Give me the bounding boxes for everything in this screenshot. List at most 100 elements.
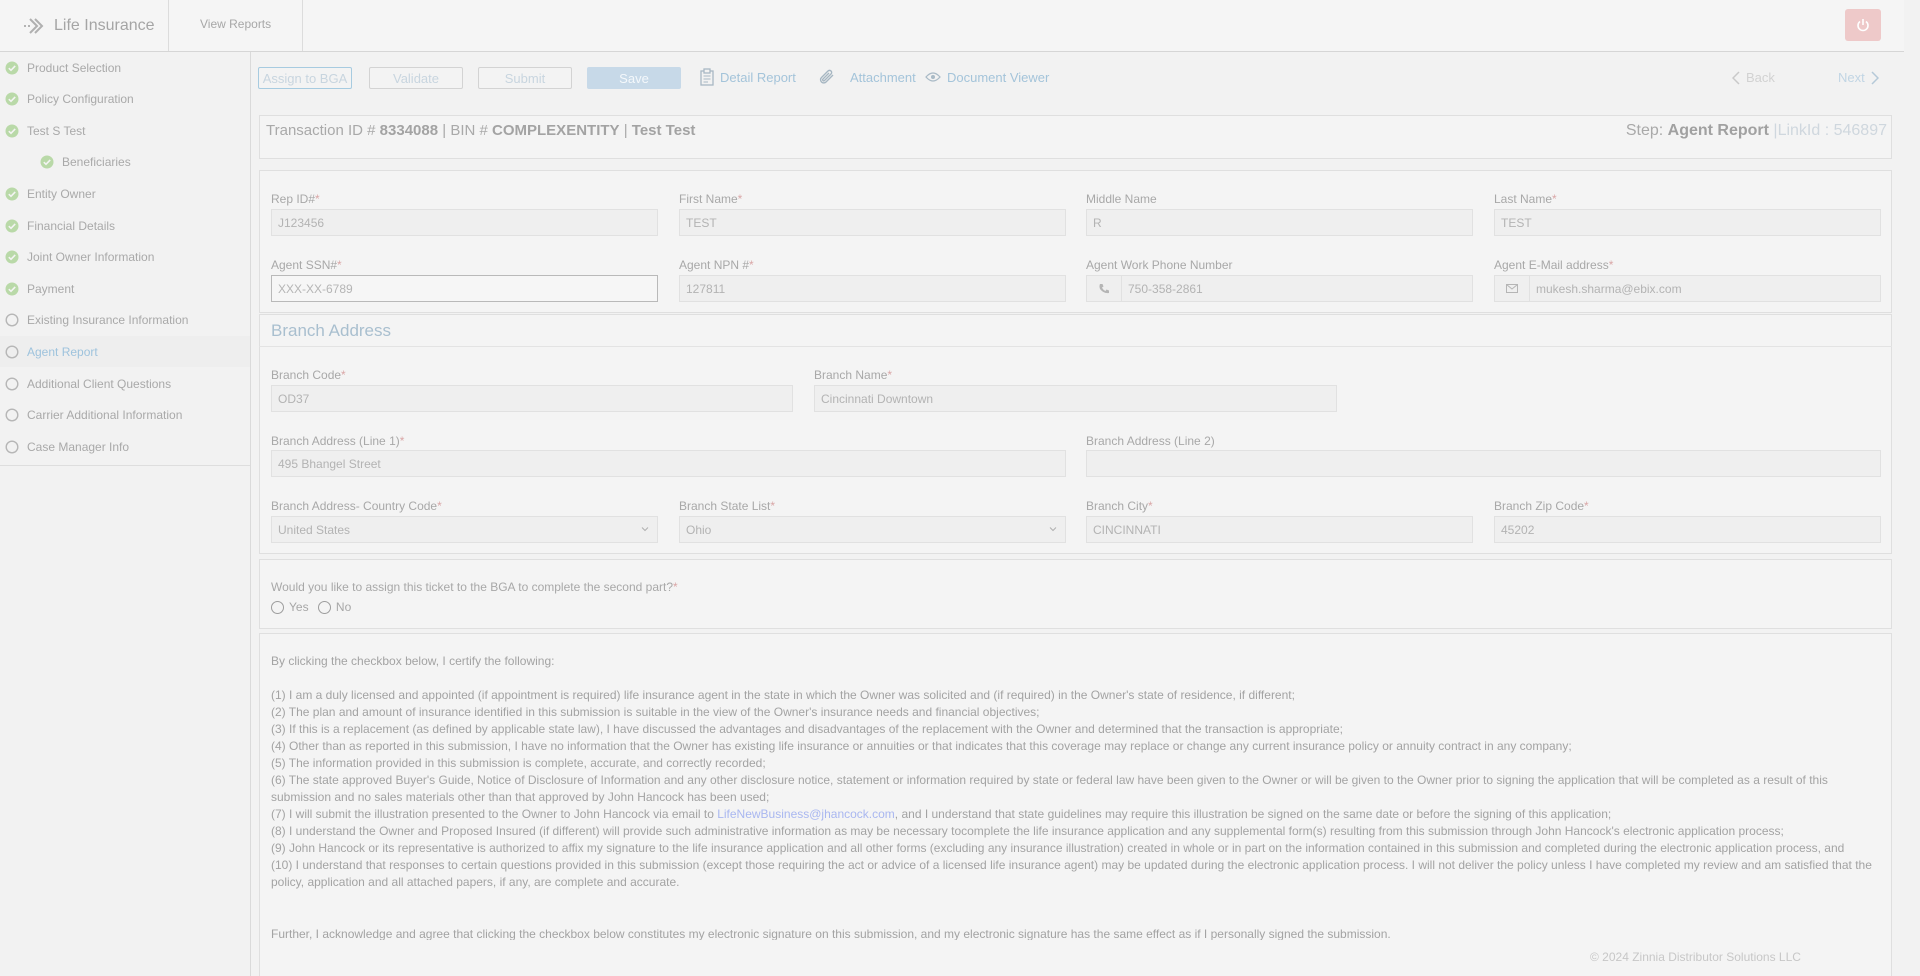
paperclip-icon xyxy=(819,69,834,84)
state-list-select[interactable]: Ohio xyxy=(679,516,1066,543)
attachment-link[interactable]: Attachment xyxy=(818,67,916,87)
branch-address-title: Branch Address xyxy=(271,321,392,340)
agent-ssn-label: Agent SSN#* xyxy=(271,258,342,272)
sidebar-item[interactable]: Agent Report xyxy=(0,336,250,368)
app-brand[interactable]: Life Insurance xyxy=(22,0,155,51)
sidebar-item[interactable]: Case Manager Info xyxy=(0,431,250,462)
chevron-left-icon xyxy=(1732,70,1740,85)
sidebar-item-label: Payment xyxy=(27,281,75,296)
agent-ssn-field[interactable]: XXX-XX-6789 xyxy=(271,275,658,302)
branch-city-field[interactable]: CINCINNATI xyxy=(1086,516,1473,543)
no-radio[interactable]: No xyxy=(317,600,351,615)
branch-name-label: Branch Name* xyxy=(814,368,893,382)
check-circle-icon xyxy=(40,155,54,169)
bin-value: COMPLEXENTITY xyxy=(492,122,620,139)
rep-id-field[interactable]: J123456 xyxy=(271,209,658,236)
sidebar-item-label: Carrier Additional Information xyxy=(27,408,183,423)
chevron-down-icon xyxy=(1049,527,1057,532)
sidebar-item-label: Agent Report xyxy=(27,344,98,359)
document-viewer-label: Document Viewer xyxy=(947,69,1050,85)
app-title: Life Insurance xyxy=(54,16,155,34)
phone-addon xyxy=(1087,276,1122,301)
middle-name-field[interactable]: R xyxy=(1086,209,1473,236)
work-phone-field[interactable]: 750-358-2861 xyxy=(1086,275,1473,302)
next-button[interactable]: Next xyxy=(1838,70,1879,85)
branch-zip-label: Branch Zip Code* xyxy=(1494,499,1589,513)
bin-label: | BIN # xyxy=(442,122,488,139)
document-viewer-link[interactable]: Document Viewer xyxy=(925,67,1049,87)
power-icon xyxy=(1857,19,1869,32)
agent-npn-field[interactable]: 127811 xyxy=(679,275,1066,302)
top-bar: Life Insurance View Reports xyxy=(0,0,1904,52)
sidebar-item[interactable]: Existing Insurance Information xyxy=(0,305,250,336)
branch-address2-field[interactable] xyxy=(1086,450,1881,477)
step-label: Step: xyxy=(1625,122,1664,139)
agent-email-field[interactable]: mukesh.sharma@ebix.com xyxy=(1494,275,1881,302)
email-link[interactable]: LifeNewBusiness@jhancock.com xyxy=(717,807,895,821)
sidebar-item-label: Product Selection xyxy=(27,60,122,75)
phone-icon xyxy=(1099,283,1109,293)
certification-item: (9) John Hancock or its representative i… xyxy=(271,841,1845,855)
last-name-label: Last Name* xyxy=(1494,192,1557,206)
sidebar-item[interactable]: Financial Details xyxy=(0,210,250,241)
certification-further: Further, I acknowledge and agree that cl… xyxy=(271,927,1391,940)
transaction-info: Transaction ID # 8334088 | BIN # COMPLEX… xyxy=(266,122,695,139)
sidebar-item[interactable]: Product Selection xyxy=(0,52,250,83)
work-phone-value: 750-358-2861 xyxy=(1128,281,1203,296)
branch-zip-field[interactable]: 45202 xyxy=(1494,516,1881,543)
view-reports-link[interactable]: View Reports xyxy=(200,0,271,51)
sidebar-item[interactable]: Policy Configuration xyxy=(0,84,250,115)
branch-address1-field[interactable]: 495 Bhangel Street xyxy=(271,450,1066,477)
sidebar-item-label: Policy Configuration xyxy=(27,92,134,107)
logo-icon xyxy=(24,17,44,34)
yes-radio[interactable]: Yes xyxy=(271,600,309,615)
empty-circle-icon xyxy=(5,440,19,454)
last-name-field[interactable]: TEST xyxy=(1494,209,1881,236)
sidebar-item-label: Test S Test xyxy=(27,123,86,138)
empty-circle-icon xyxy=(5,345,19,359)
transaction-id: 8334088 xyxy=(379,122,439,139)
empty-circle-icon xyxy=(5,376,19,391)
certification-item: (2) The plan and amount of insurance ide… xyxy=(271,705,1040,719)
header-divider xyxy=(168,0,169,51)
rep-id-label: Rep ID#* xyxy=(271,192,320,206)
validate-button[interactable]: Validate xyxy=(369,67,463,89)
certification-item-text: , and I understand that state guidelines… xyxy=(894,807,1612,821)
check-circle-icon xyxy=(5,282,19,296)
sidebar-item[interactable]: Additional Client Questions xyxy=(0,368,250,399)
sidebar-item[interactable]: Payment xyxy=(0,273,250,304)
country-code-label: Branch Address- Country Code* xyxy=(271,499,442,513)
save-button[interactable]: Save xyxy=(587,67,681,89)
first-name-label: First Name* xyxy=(679,192,743,206)
certification-item: (8) I understand the Owner and Proposed … xyxy=(271,824,1784,838)
attachment-label: Attachment xyxy=(850,69,916,85)
middle-name-label: Middle Name xyxy=(1086,192,1157,206)
certification-item: (6) The state approved Buyer's Guide, No… xyxy=(271,773,1828,804)
branch-code-field[interactable]: OD37 xyxy=(271,385,793,412)
sidebar-item[interactable]: Beneficiaries xyxy=(0,147,250,178)
sidebar-item[interactable]: Joint Owner Information xyxy=(0,242,250,273)
sidebar-item[interactable]: Test S Test xyxy=(0,115,250,146)
back-button[interactable]: Back xyxy=(1732,70,1775,85)
submit-button[interactable]: Submit xyxy=(478,67,572,89)
logout-button[interactable] xyxy=(1845,9,1881,41)
work-phone-label: Agent Work Phone Number xyxy=(1086,258,1233,272)
assign-to-bga-button[interactable]: Assign to BGA xyxy=(258,67,352,89)
detail-report-link[interactable]: Detail Report xyxy=(700,67,796,87)
agent-email-label: Agent E-Mail address* xyxy=(1494,258,1614,272)
country-code-select[interactable]: United States xyxy=(271,516,658,543)
branch-name-field[interactable]: Cincinnati Downtown xyxy=(814,385,1337,412)
envelope-icon xyxy=(1506,284,1518,293)
sidebar-item[interactable]: Entity Owner xyxy=(0,178,250,209)
client-name: Test Test xyxy=(631,122,696,139)
sidebar-item[interactable]: Carrier Additional Information xyxy=(0,400,250,431)
section-divider xyxy=(259,346,1892,347)
sidebar-item-label: Entity Owner xyxy=(27,186,96,201)
sidebar-divider xyxy=(0,465,250,466)
first-name-field[interactable]: TEST xyxy=(679,209,1066,236)
certification-item-text: (7) I will submit the illustration prese… xyxy=(271,807,718,821)
agent-npn-label: Agent NPN #* xyxy=(679,258,754,272)
certification-list: (1) I am a duly licensed and appointed (… xyxy=(271,687,1876,891)
empty-circle-icon xyxy=(5,313,19,327)
step-name: Agent Report xyxy=(1667,122,1769,139)
